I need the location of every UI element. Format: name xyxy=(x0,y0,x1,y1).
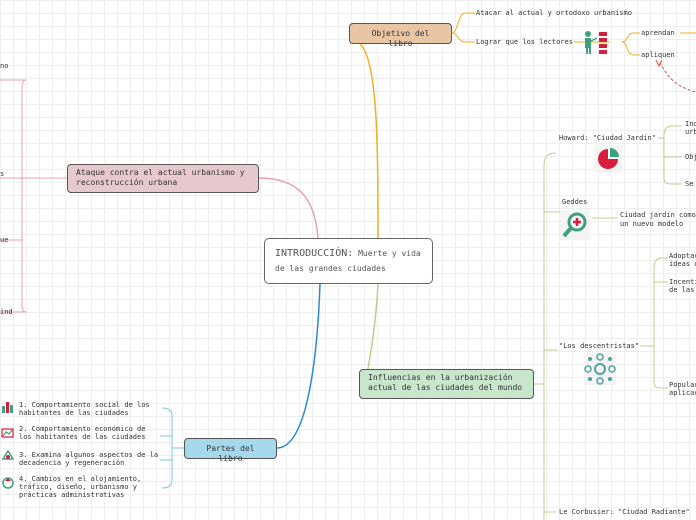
topic-ataque-line-2: reconstrucción urbana xyxy=(76,178,178,187)
howard-fragment-1[interactable]: Ind xyxy=(685,120,696,128)
descentristas-fragment-5[interactable]: Popular xyxy=(669,381,696,389)
influencia-corbusier-label[interactable]: Le Corbusier: "Ciudad Radiante" xyxy=(559,508,690,516)
objetivo-item-atacar[interactable]: Atacar al actual y ortodoxo urbanismo xyxy=(476,9,632,17)
central-subtitle-1: Muerte y vida xyxy=(358,249,421,258)
people-bars-icon xyxy=(2,402,13,413)
howard-fragment-4[interactable]: Se xyxy=(685,180,693,188)
magnifier-plus-icon xyxy=(560,210,590,240)
descentristas-fragment-4[interactable]: de las xyxy=(669,286,694,294)
parte-3-line-2[interactable]: decadencia y regeneración xyxy=(19,459,124,467)
topic-influencias-line-1: Influencias en la urbanización xyxy=(368,373,513,382)
objetivo-sub-apliquen[interactable]: apliquen xyxy=(641,51,675,59)
influencia-geddes-label[interactable]: Geddes xyxy=(562,198,587,206)
parte-4-line-3[interactable]: prácticas administrativas xyxy=(19,491,124,499)
descentristas-fragment-6[interactable]: aplicac xyxy=(669,389,696,397)
descentristas-fragment-3[interactable]: Incenti xyxy=(669,278,696,286)
influencia-howard-label[interactable]: Howard: "Ciudad Jardín" xyxy=(559,134,656,142)
ataque-fragment-2[interactable]: s xyxy=(0,170,4,178)
parte-4-line-1[interactable]: 4. Cambios en el alojamiento, xyxy=(19,475,141,483)
central-topic[interactable]: INTRODUCCIÓN: Muerte y vida de las grand… xyxy=(264,238,433,284)
howard-fragment-3[interactable]: Obj xyxy=(685,153,696,161)
objetivo-sub-aprendan[interactable]: aprendan xyxy=(641,29,675,37)
presenter-board-icon xyxy=(585,31,607,54)
descentristas-fragment-1[interactable]: Adoptar xyxy=(669,252,696,260)
topic-influencias[interactable]: Influencias en la urbanización actual de… xyxy=(359,369,534,399)
ataque-fragment-4[interactable]: ind xyxy=(0,308,13,316)
parte-1-line-1[interactable]: 1. Comportamiento social de los xyxy=(19,401,150,409)
parte-4-line-2[interactable]: tráfico, diseño, urbanismo y xyxy=(19,483,137,491)
geddes-desc-1[interactable]: Ciudad jardín como xyxy=(620,211,696,219)
influencia-descentristas-label[interactable]: "Los descentristas" xyxy=(559,342,639,350)
ataque-fragment-1[interactable]: no xyxy=(0,62,8,70)
central-subtitle-2: de las grandes ciudades xyxy=(275,264,386,273)
geddes-desc-2[interactable]: un nuevo modelo xyxy=(620,220,683,228)
recycle-icon xyxy=(1,450,15,460)
money-chart-icon xyxy=(1,428,14,438)
central-title: INTRODUCCIÓN: xyxy=(275,248,354,259)
network-dots-icon xyxy=(584,353,616,385)
topic-partes[interactable]: Partes del libro xyxy=(184,438,277,463)
parte-2-line-1[interactable]: 2. Comportamiento económico de xyxy=(19,425,145,433)
parte-2-line-2[interactable]: los habitantes de las ciudades xyxy=(19,433,145,441)
descentristas-fragment-2[interactable]: ideas d xyxy=(669,260,696,268)
topic-influencias-line-2: actual de las ciudades del mundo xyxy=(368,383,523,392)
parte-1-line-2[interactable]: habitantes de las ciudades xyxy=(19,409,129,417)
objetivo-item-lograr[interactable]: Lograr que los lectores xyxy=(476,38,573,46)
parte-3-line-1[interactable]: 3. Examina algunos aspectos de la xyxy=(19,451,158,459)
pie-chart-icon xyxy=(594,145,622,173)
topic-ataque[interactable]: Ataque contra el actual urbanismo y reco… xyxy=(67,164,259,193)
topic-ataque-line-1: Ataque contra el actual urbanismo y xyxy=(76,168,245,177)
traffic-cycle-icon xyxy=(2,477,14,489)
howard-fragment-2[interactable]: urb xyxy=(685,128,696,136)
ataque-fragment-3[interactable]: ue xyxy=(0,236,8,244)
topic-objetivo[interactable]: Objetivo del libro xyxy=(349,23,452,48)
